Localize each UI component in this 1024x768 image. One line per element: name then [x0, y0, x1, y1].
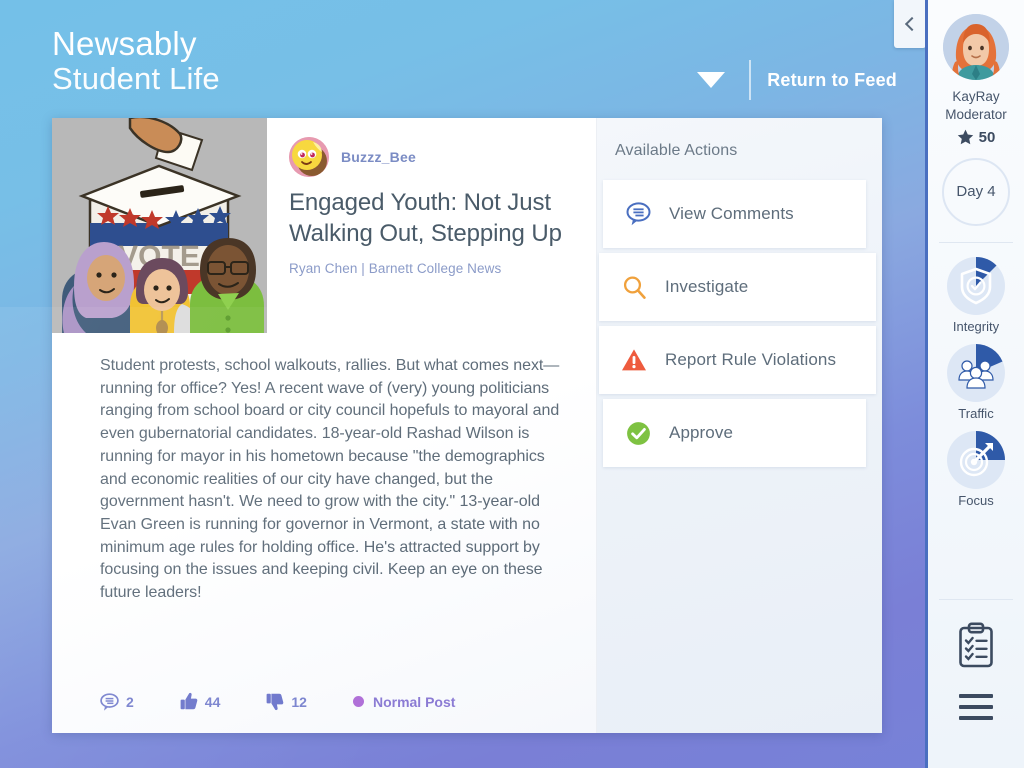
app-root: Newsably Student Life Return to Feed VOT… [0, 0, 1024, 768]
action-approve[interactable]: Approve [603, 399, 866, 467]
sidebar-stat-focus[interactable]: Focus [928, 429, 1024, 508]
sidebar-divider-bottom [939, 599, 1013, 600]
comment-count-value: 2 [126, 693, 134, 710]
article-headline: Engaged Youth: Not Just Walking Out, Ste… [289, 189, 562, 247]
sidebar-user-name: KayRay [952, 89, 1000, 104]
sidebar-bottom-actions [928, 599, 1024, 768]
article-byline: Ryan Chen | Barnett College News [289, 261, 502, 277]
sidebar-stats: Integrity Traffic Focus [928, 255, 1024, 516]
content-card: VOTE Buzzz_Bee Engaged Youth: Not Just W… [52, 118, 882, 733]
focus-progress-ring [945, 429, 1007, 491]
star-icon [957, 129, 973, 145]
header-divider [749, 60, 752, 100]
hamburger-line [959, 705, 993, 709]
post-type-badge: Normal Post [352, 693, 456, 710]
like-count-value: 44 [204, 693, 221, 710]
article-body: Student protests, school walkouts, ralli… [100, 357, 560, 602]
action-investigate[interactable]: Investigate [599, 253, 876, 321]
caret-down-icon[interactable] [697, 72, 726, 88]
article-head-text: Buzzz_Bee Engaged Youth: Not Just Walkin… [267, 118, 596, 333]
article-stats: 2 44 12 Normal Post [100, 692, 455, 711]
warning-triangle-icon [621, 347, 647, 373]
actions-list: View Comments Investigate Report Rule Vi… [597, 180, 882, 467]
bee-avatar[interactable] [289, 137, 329, 177]
article-header: VOTE Buzzz_Bee Engaged Youth: Not Just W… [52, 118, 596, 333]
sidebar-stat-label: Integrity [952, 318, 1000, 334]
return-to-feed-button[interactable]: Return to Feed [767, 70, 897, 91]
brand-title: Newsably Student Life [52, 26, 220, 95]
thumbs-down-icon [266, 693, 284, 711]
sidebar-score-value: 50 [978, 128, 996, 146]
sidebar-stat-integrity[interactable]: Integrity [928, 255, 1024, 334]
check-circle-icon [625, 420, 651, 446]
magnifier-icon [621, 274, 647, 300]
brand-name: Newsably [52, 25, 197, 62]
comment-bubble-icon [625, 201, 651, 227]
action-label: Investigate [665, 277, 749, 296]
badge-dot-icon [352, 696, 364, 707]
article-panel: VOTE Buzzz_Bee Engaged Youth: Not Just W… [52, 118, 597, 733]
sidebar-stat-traffic[interactable]: Traffic [928, 342, 1024, 421]
dislike-count-value: 12 [291, 693, 307, 710]
sidebar-score: 50 [957, 128, 996, 146]
ballot-box-illustration: VOTE [52, 118, 267, 333]
actions-panel: Available Actions View Comments Investig… [597, 118, 882, 733]
comment-count[interactable]: 2 [100, 692, 134, 711]
brand-section: Student Life [52, 60, 220, 96]
post-type-label: Normal Post [372, 693, 456, 710]
right-sidebar: KayRay Moderator 50 Day 4 Integrity Traf… [925, 0, 1024, 768]
sidebar-divider [939, 241, 1013, 243]
hamburger-line [959, 694, 993, 698]
header-actions: Return to Feed [697, 60, 897, 100]
poster-username[interactable]: Buzzz_Bee [341, 149, 416, 165]
action-report-rule-violations[interactable]: Report Rule Violations [599, 326, 876, 394]
action-label: Report Rule Violations [665, 350, 837, 369]
chevron-left-icon [904, 16, 919, 32]
app-header: Newsably Student Life Return to Feed [0, 0, 925, 118]
actions-panel-title: Available Actions [615, 142, 738, 159]
sidebar-stat-label: Focus [958, 492, 994, 508]
sidebar-collapse-button[interactable] [894, 0, 926, 48]
sidebar-day-counter: Day 4 [942, 157, 1010, 226]
clipboard-checklist-icon[interactable] [957, 622, 995, 668]
dislike-count[interactable]: 12 [266, 692, 307, 711]
action-view-comments[interactable]: View Comments [603, 180, 866, 248]
sidebar-stat-label: Traffic [958, 405, 994, 421]
traffic-progress-ring [945, 342, 1007, 404]
avatar[interactable] [943, 14, 1009, 80]
like-count[interactable]: 44 [180, 692, 221, 711]
sidebar-user-info: KayRay Moderator [945, 88, 1007, 124]
poster-row: Buzzz_Bee [289, 136, 578, 178]
hamburger-menu-icon[interactable] [959, 694, 993, 720]
integrity-progress-ring [945, 255, 1007, 317]
action-label: View Comments [669, 204, 794, 223]
comment-bubble-icon [100, 692, 119, 711]
hamburger-line [959, 716, 993, 720]
thumbs-up-icon [180, 692, 198, 710]
sidebar-user-role: Moderator [945, 106, 1007, 122]
action-label: Approve [669, 423, 734, 442]
